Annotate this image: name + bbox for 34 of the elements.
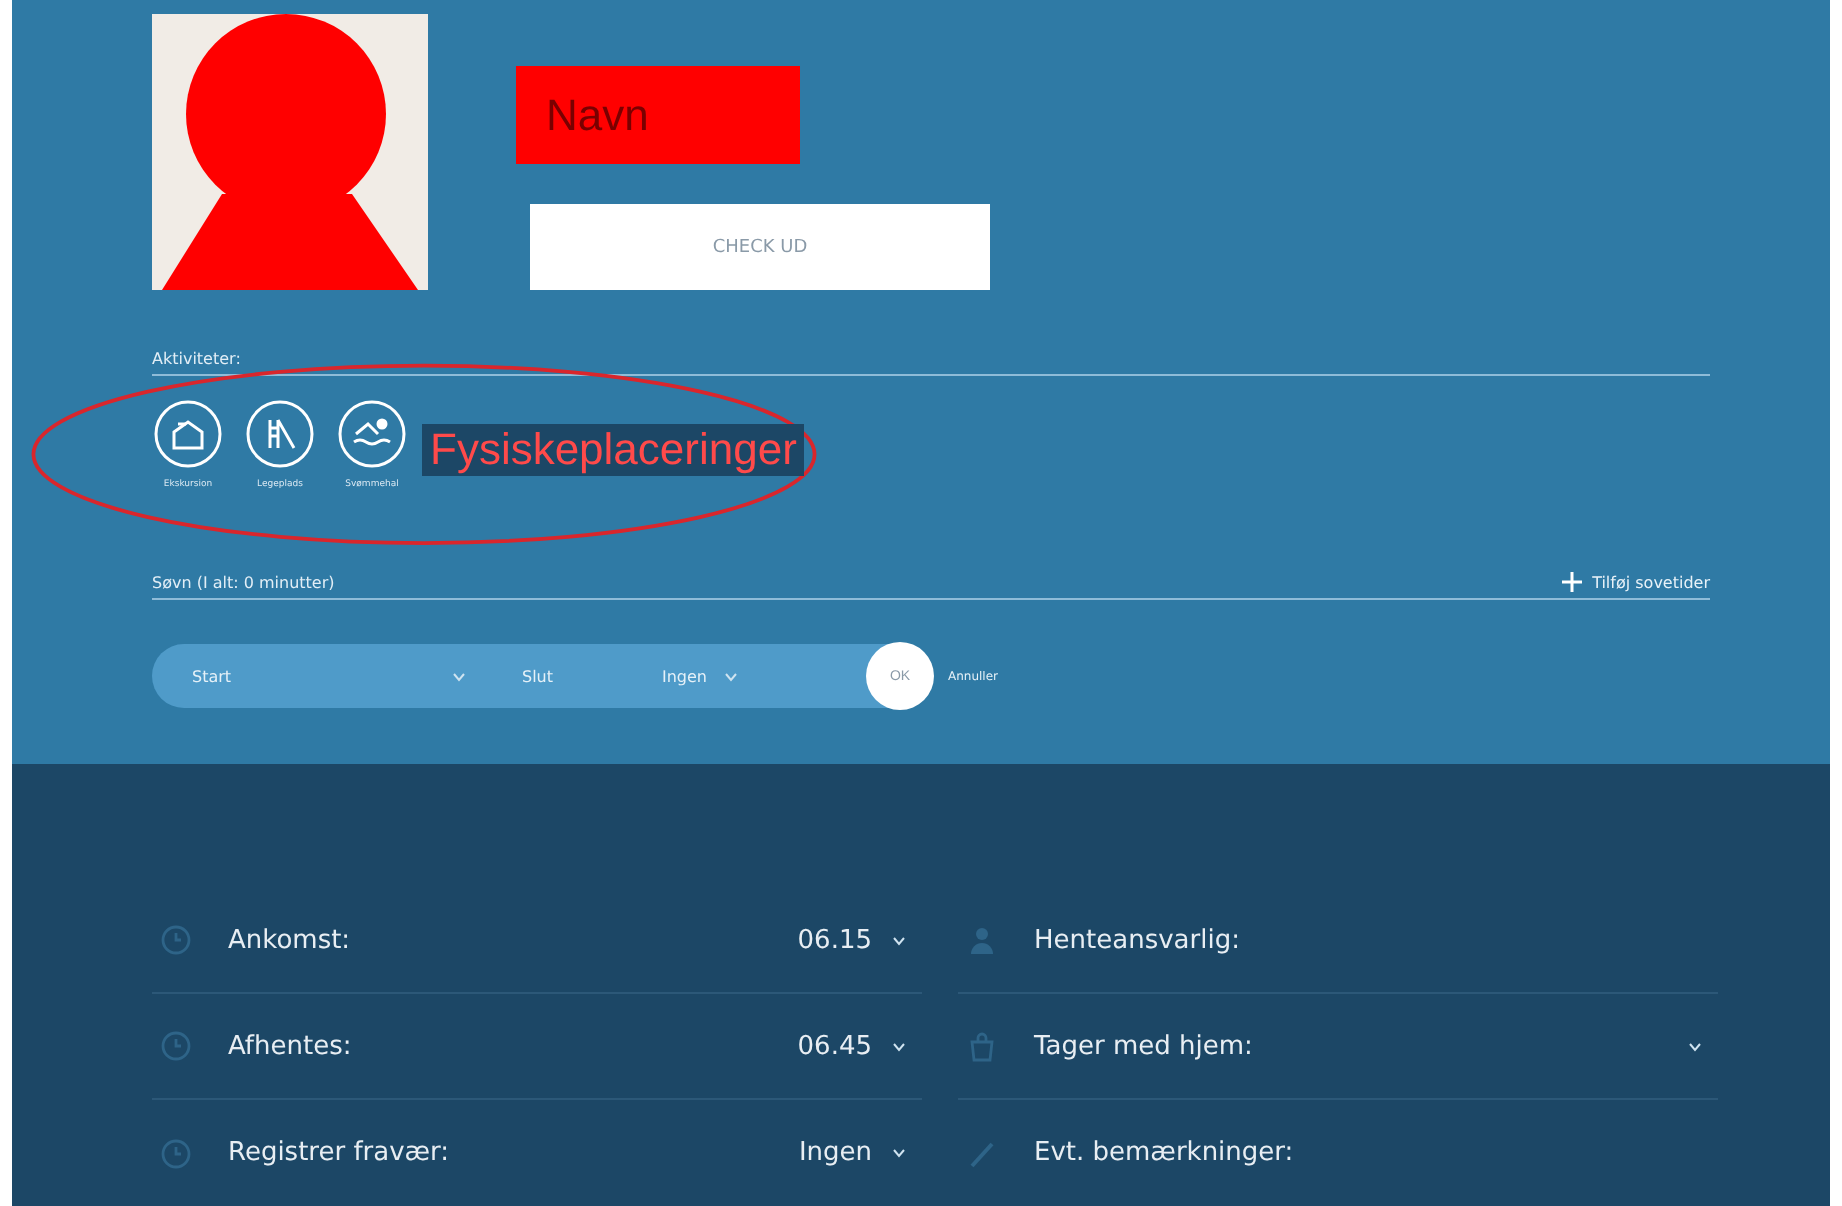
end-label: Slut	[522, 667, 556, 685]
clock-icon	[160, 924, 192, 956]
ladder-icon[interactable]	[246, 400, 314, 468]
plus-icon	[1562, 572, 1583, 592]
sleep-label: Søvn (I alt: 0 minutter)	[152, 574, 335, 592]
add-sleep-button[interactable]: Tilføj sovetider	[1562, 572, 1710, 592]
field-label: Evt. bemærkninger:	[1034, 1138, 1296, 1168]
pencil-icon	[966, 1137, 998, 1169]
activities-label: Aktiviteter:	[152, 350, 241, 368]
value-dropdown[interactable]: Ingen	[798, 1138, 922, 1168]
name-label: Navn	[516, 66, 800, 164]
bag-icon	[966, 1030, 998, 1062]
value-dropdown[interactable]: 06.45	[797, 1031, 922, 1061]
caret-icon	[892, 1148, 906, 1158]
clock-icon	[160, 1030, 192, 1062]
caret-icon	[1688, 1041, 1702, 1051]
value-dropdown[interactable]: 06.15	[797, 925, 922, 955]
field-label: Ankomst:	[228, 925, 353, 955]
person-icon	[966, 924, 998, 956]
swimmer-icon[interactable]	[338, 400, 406, 468]
field-label: Tager med hjem:	[1034, 1031, 1255, 1061]
field-label: Henteansvarlig:	[1034, 925, 1242, 955]
caret-icon	[452, 671, 466, 681]
caret-icon	[723, 671, 737, 681]
annotation-text: Fysiskeplaceringer	[422, 424, 805, 476]
field-label: Registrer fravær:	[228, 1138, 452, 1168]
clock-icon	[160, 1137, 192, 1169]
caret-icon	[892, 1041, 906, 1051]
field-label: Afhentes:	[228, 1031, 354, 1061]
end-dropdown[interactable]: Ingen	[662, 667, 707, 685]
caret-icon	[892, 935, 906, 945]
house-icon[interactable]	[154, 400, 222, 468]
start-dropdown[interactable]: Start	[192, 667, 452, 685]
checkout-button[interactable]: CHECK UD	[530, 204, 990, 290]
